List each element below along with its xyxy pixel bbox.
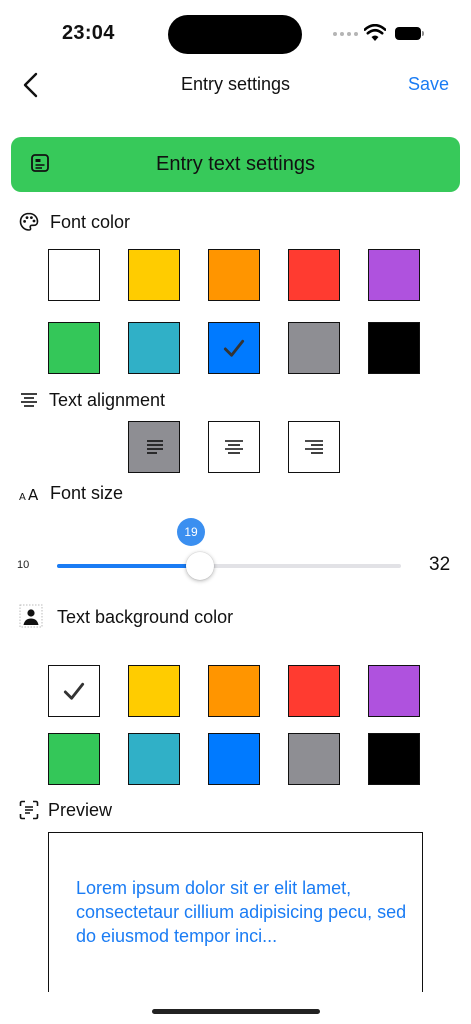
text-background-color-label: Text background color	[57, 607, 234, 627]
background-color-swatch[interactable]	[48, 665, 100, 717]
text-center-icon	[21, 393, 37, 407]
font-color-label: Font color	[50, 212, 131, 232]
font-size-max: 32	[429, 554, 451, 575]
page-title: Entry settings	[180, 74, 291, 94]
banner-title: Entry text settings	[156, 153, 315, 175]
font-color-swatch[interactable]	[208, 249, 260, 301]
font-size-slider-fill	[57, 564, 200, 568]
textformat-size-icon: A A	[19, 486, 39, 502]
svg-text:A: A	[19, 492, 26, 502]
font-color-swatch[interactable]	[288, 322, 340, 374]
font-color-swatch[interactable]	[128, 249, 180, 301]
font-color-swatch[interactable]	[48, 249, 100, 301]
person-on-background-icon	[19, 604, 43, 628]
font-color-swatch[interactable]	[208, 322, 260, 374]
home-indicator[interactable]	[152, 1009, 320, 1014]
cellular-signal-icon	[333, 32, 358, 36]
preview-text: Lorem ipsum dolor sit er elit lamet, con…	[76, 878, 407, 946]
entry-text-settings-banner: Entry text settings	[11, 137, 460, 192]
wifi-icon	[364, 24, 386, 41]
align-center-button[interactable]	[208, 421, 260, 473]
background-color-swatch[interactable]	[208, 733, 260, 785]
font-size-slider-thumb[interactable]	[186, 552, 214, 580]
status-time: 23:04	[62, 22, 115, 44]
font-size-label: Font size	[50, 483, 124, 503]
background-color-swatch[interactable]	[128, 665, 180, 717]
font-color-swatch[interactable]	[48, 322, 100, 374]
align-right-button[interactable]	[288, 421, 340, 473]
font-color-swatch[interactable]	[288, 249, 340, 301]
background-color-swatch[interactable]	[288, 665, 340, 717]
dynamic-island	[168, 15, 302, 54]
svg-text:A: A	[28, 486, 39, 502]
background-color-swatch[interactable]	[368, 733, 420, 785]
text-viewfinder-icon	[19, 800, 39, 820]
font-size-value-badge: 19	[177, 518, 205, 546]
background-color-swatch[interactable]	[208, 665, 260, 717]
background-color-swatch[interactable]	[368, 665, 420, 717]
checkmark-icon	[63, 682, 85, 700]
text-alignment-label: Text alignment	[49, 390, 166, 410]
align-left-button[interactable]	[128, 421, 180, 473]
background-color-swatch[interactable]	[48, 733, 100, 785]
battery-icon	[395, 27, 425, 41]
text-align-left-icon	[147, 440, 163, 454]
background-color-swatch[interactable]	[128, 733, 180, 785]
background-color-swatch[interactable]	[288, 733, 340, 785]
font-color-swatch[interactable]	[368, 249, 420, 301]
font-size-min: 10	[17, 559, 30, 571]
preview-label: Preview	[48, 800, 113, 820]
palette-icon	[19, 212, 39, 231]
preview-box: Lorem ipsum dolor sit er elit lamet, con…	[48, 832, 423, 992]
checkmark-icon	[223, 339, 245, 357]
text-align-center-icon	[225, 440, 243, 454]
save-button[interactable]: Save	[408, 74, 449, 95]
font-color-swatch[interactable]	[368, 322, 420, 374]
text-align-right-icon	[305, 440, 323, 454]
font-color-swatch[interactable]	[128, 322, 180, 374]
